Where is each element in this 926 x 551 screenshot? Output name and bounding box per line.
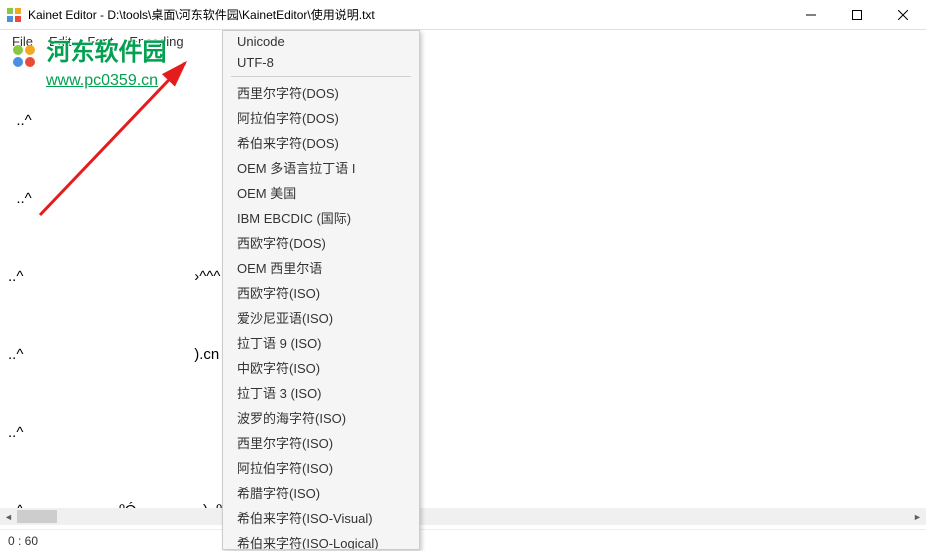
close-button[interactable] xyxy=(880,0,926,30)
encoding-option[interactable]: 西里尔字符(ISO) xyxy=(223,430,419,455)
encoding-option[interactable]: 西欧字符(DOS) xyxy=(223,230,419,255)
titlebar: Kainet Editor - D:\tools\桌面\河东软件园\Kainet… xyxy=(0,0,926,30)
maximize-button[interactable] xyxy=(834,0,880,30)
encoding-option[interactable]: OEM 西里尔语 xyxy=(223,255,419,280)
encoding-option[interactable]: 西欧字符(ISO) xyxy=(223,280,419,305)
horizontal-scrollbar[interactable]: ◄ ► xyxy=(0,508,926,525)
menu-edit[interactable]: Edit xyxy=(41,32,79,51)
cursor-position: 0 : 60 xyxy=(8,534,38,548)
encoding-option[interactable]: 阿拉伯字符(ISO) xyxy=(223,455,419,480)
app-icon xyxy=(6,7,22,23)
encoding-dropdown: Unicode UTF-8 西里尔字符(DOS) 阿拉伯字符(DOS) 希伯来字… xyxy=(222,30,420,550)
encoding-option[interactable]: Unicode xyxy=(223,31,419,52)
encoding-option[interactable]: 拉丁语 3 (ISO) xyxy=(223,380,419,405)
scroll-thumb[interactable] xyxy=(17,510,57,523)
menubar: File Edit Font Encoding xyxy=(0,30,926,52)
scroll-right-button[interactable]: ► xyxy=(909,508,926,525)
editor-area[interactable]: ..^ ..^ ..^ ›^^^ ^^^ ^^^ ^^^ ^^^ ..^ ..^… xyxy=(0,52,926,529)
minimize-button[interactable] xyxy=(788,0,834,30)
text-content[interactable]: ..^ ..^ ..^ ›^^^ ^^^ ^^^ ^^^ ^^^ ..^ ..^… xyxy=(0,52,926,529)
menu-encoding[interactable]: Encoding xyxy=(121,32,191,51)
encoding-option[interactable]: UTF-8 xyxy=(223,52,419,73)
encoding-option[interactable]: 波罗的海字符(ISO) xyxy=(223,405,419,430)
encoding-option[interactable]: OEM 多语言拉丁语 I xyxy=(223,155,419,180)
text-line: ..^ ..^ xyxy=(8,420,918,446)
text-line: ..^ xyxy=(8,186,918,212)
window-title: Kainet Editor - D:\tools\桌面\河东软件园\Kainet… xyxy=(28,6,375,23)
text-line: ..^ xyxy=(8,108,918,134)
encoding-option[interactable]: 拉丁语 9 (ISO) xyxy=(223,330,419,355)
menu-font[interactable]: Font xyxy=(79,32,121,51)
encoding-option[interactable]: OEM 美国 xyxy=(223,180,419,205)
encoding-option[interactable]: 希伯来字符(DOS) xyxy=(223,130,419,155)
encoding-option[interactable]: 阿拉伯字符(DOS) xyxy=(223,105,419,130)
encoding-option[interactable]: 希伯来字符(ISO-Logical) xyxy=(223,530,419,550)
text-line: ..^ ›^^^ ^^^ ^^^ ^^^ ^^^ ..^ xyxy=(8,264,918,290)
scroll-left-button[interactable]: ◄ xyxy=(0,508,17,525)
menu-separator xyxy=(231,76,411,77)
encoding-option[interactable]: 希腊字符(ISO) xyxy=(223,480,419,505)
encoding-option[interactable]: IBM EBCDIC (国际) xyxy=(223,205,419,230)
statusbar: 0 : 60 xyxy=(0,529,926,551)
menu-file[interactable]: File xyxy=(4,32,41,51)
encoding-option[interactable]: 爱沙尼亚语(ISO) xyxy=(223,305,419,330)
scroll-track[interactable] xyxy=(17,508,909,525)
encoding-option[interactable]: 西里尔字符(DOS) xyxy=(223,80,419,105)
encoding-option[interactable]: 中欧字符(ISO) xyxy=(223,355,419,380)
text-line: ..^ ).cn xyxy=(8,342,918,368)
encoding-option[interactable]: 希伯来字符(ISO-Visual) xyxy=(223,505,419,530)
